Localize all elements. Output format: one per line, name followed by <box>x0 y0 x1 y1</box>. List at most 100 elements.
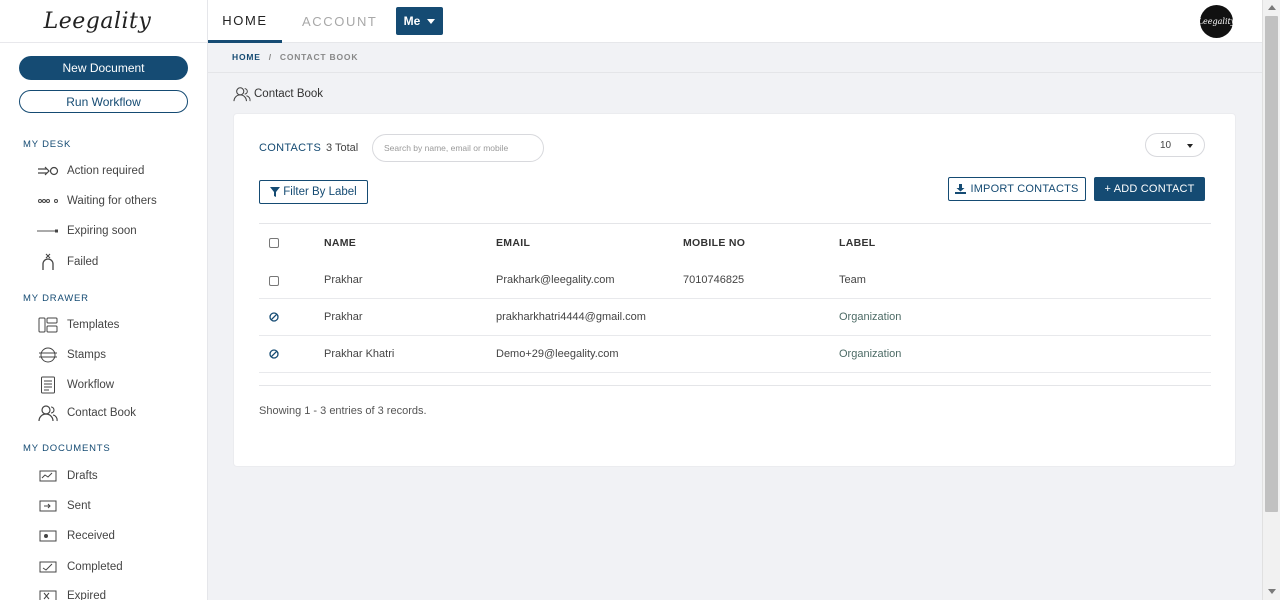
contact-email: Prakhark@leegality.com <box>496 274 615 286</box>
breadcrumb-current: CONTACT BOOK <box>279 52 359 62</box>
import-contacts-button[interactable]: IMPORT CONTACTS <box>948 177 1086 201</box>
add-contact-button[interactable]: + ADD CONTACT <box>1094 177 1205 201</box>
contacts-count: 3 Total <box>326 142 359 154</box>
sidebar-item-sent[interactable]: Sent <box>37 496 91 516</box>
download-icon <box>955 184 967 194</box>
sidebar-item-label: Templates <box>67 319 120 331</box>
me-dropdown-button[interactable]: Me <box>396 7 443 35</box>
failed-icon <box>37 253 59 271</box>
column-header-label[interactable]: LABEL <box>839 237 876 249</box>
tab-home[interactable]: HOME <box>208 0 282 43</box>
select-all-checkbox[interactable] <box>269 238 279 248</box>
row-checkbox[interactable] <box>269 276 279 286</box>
sidebar-item-drafts[interactable]: Drafts <box>37 466 98 486</box>
page-scrollbar[interactable] <box>1262 0 1280 600</box>
breadcrumb: HOME / CONTACT BOOK <box>232 52 358 62</box>
sidebar-item-received[interactable]: Received <box>37 526 115 546</box>
tab-account[interactable]: ACCOUNT <box>302 0 377 43</box>
logo-text: Leegality <box>43 8 152 34</box>
sent-icon <box>37 497 59 515</box>
completed-icon <box>37 558 59 576</box>
templates-icon <box>37 316 59 334</box>
contact-book-icon <box>37 404 59 422</box>
new-document-button[interactable]: New Document <box>19 56 188 80</box>
sidebar-item-waiting[interactable]: Waiting for others <box>37 191 157 211</box>
sidebar-item-label: Drafts <box>67 470 98 482</box>
table-divider <box>259 385 1211 386</box>
sidebar-item-label: Completed <box>67 561 123 573</box>
contacts-card: CONTACTS 3 Total 10 Filter By Label IMPO… <box>233 113 1236 467</box>
filter-by-label-button[interactable]: Filter By Label <box>259 180 368 204</box>
section-my-drawer: MY DRAWER <box>23 293 89 304</box>
pagination-summary: Showing 1 - 3 entries of 3 records. <box>259 405 427 417</box>
scroll-down-arrow-icon[interactable] <box>1268 589 1276 594</box>
sidebar-item-label: Contact Book <box>67 407 137 419</box>
section-my-desk: MY DESK <box>23 139 72 150</box>
table-divider <box>259 223 1211 224</box>
sidebar-item-label: Failed <box>67 256 99 268</box>
table-row[interactable]: Prakhar Prakhark@leegality.com 701074682… <box>259 262 1211 299</box>
sidebar-item-expiring[interactable]: Expiring soon <box>37 221 137 241</box>
workflow-icon <box>37 376 59 394</box>
scrollbar-thumb[interactable] <box>1265 16 1278 512</box>
breadcrumb-bar: HOME / CONTACT BOOK <box>208 43 1262 73</box>
section-my-documents: MY DOCUMENTS <box>23 443 111 454</box>
sidebar-item-workflow[interactable]: Workflow <box>37 375 114 395</box>
run-workflow-button[interactable]: Run Workflow <box>19 90 188 113</box>
page-title-text: Contact Book <box>254 88 324 100</box>
caret-down-icon <box>427 18 436 24</box>
filter-button-label: Filter By Label <box>283 186 357 198</box>
per-page-value: 10 <box>1160 139 1172 151</box>
contact-name: Prakhar <box>324 311 363 323</box>
table-row[interactable]: Prakhar prakharkhatri4444@gmail.com Orga… <box>259 299 1211 336</box>
contact-label: Organization <box>839 348 902 360</box>
stamps-icon <box>37 346 59 364</box>
per-page-select[interactable]: 10 <box>1145 133 1205 157</box>
me-button-label: Me <box>403 14 421 28</box>
column-header-mobile[interactable]: MOBILE NO <box>683 237 745 249</box>
sidebar-item-expired[interactable]: Expired <box>37 586 106 600</box>
waiting-icon <box>37 192 59 210</box>
contact-name: Prakhar Khatri <box>324 348 395 360</box>
breadcrumb-separator: / <box>268 52 272 62</box>
page-title: Contact Book <box>233 86 323 102</box>
drafts-icon <box>37 467 59 485</box>
table-row[interactable]: Prakhar Khatri Demo+29@leegality.com Org… <box>259 336 1211 373</box>
not-allowed-icon <box>269 349 279 359</box>
logo[interactable]: Leegality <box>0 0 207 43</box>
sidebar-item-label: Sent <box>67 500 91 512</box>
action-required-icon <box>37 162 59 180</box>
sidebar-item-label: Waiting for others <box>67 195 157 207</box>
contact-email: prakharkhatri4444@gmail.com <box>496 311 646 323</box>
import-button-label: IMPORT CONTACTS <box>970 183 1079 195</box>
avatar-text: Leegality <box>1197 17 1236 26</box>
sidebar-item-label: Received <box>67 530 115 542</box>
contact-email: Demo+29@leegality.com <box>496 348 619 360</box>
contacts-label: CONTACTS <box>259 142 322 154</box>
column-header-name[interactable]: NAME <box>324 237 356 249</box>
scroll-up-arrow-icon[interactable] <box>1268 5 1276 10</box>
sidebar: Leegality New Document Run Workflow MY D… <box>0 0 208 600</box>
column-header-email[interactable]: EMAIL <box>496 237 530 249</box>
sidebar-item-label: Expiring soon <box>67 225 137 237</box>
sidebar-item-templates[interactable]: Templates <box>37 315 119 335</box>
sidebar-item-contact-book[interactable]: Contact Book <box>37 403 136 423</box>
search-input[interactable] <box>372 134 544 162</box>
breadcrumb-home[interactable]: HOME <box>232 52 261 62</box>
sidebar-item-label: Workflow <box>67 379 115 391</box>
expired-icon <box>37 587 59 600</box>
contact-book-title-icon <box>233 87 251 102</box>
sidebar-item-completed[interactable]: Completed <box>37 557 123 577</box>
sidebar-item-stamps[interactable]: Stamps <box>37 345 106 365</box>
sidebar-item-label: Action required <box>67 165 145 177</box>
sidebar-item-failed[interactable]: Failed <box>37 252 98 272</box>
not-allowed-icon <box>269 312 279 322</box>
contact-mobile: 7010746825 <box>683 274 745 286</box>
sidebar-item-label: Expired <box>67 590 106 600</box>
sidebar-item-action-required[interactable]: Action required <box>37 161 144 181</box>
contact-label: Team <box>839 274 866 286</box>
avatar[interactable]: Leegality <box>1197 5 1236 38</box>
sidebar-item-label: Stamps <box>67 349 106 361</box>
received-icon <box>37 527 59 545</box>
expiring-icon <box>37 222 59 240</box>
